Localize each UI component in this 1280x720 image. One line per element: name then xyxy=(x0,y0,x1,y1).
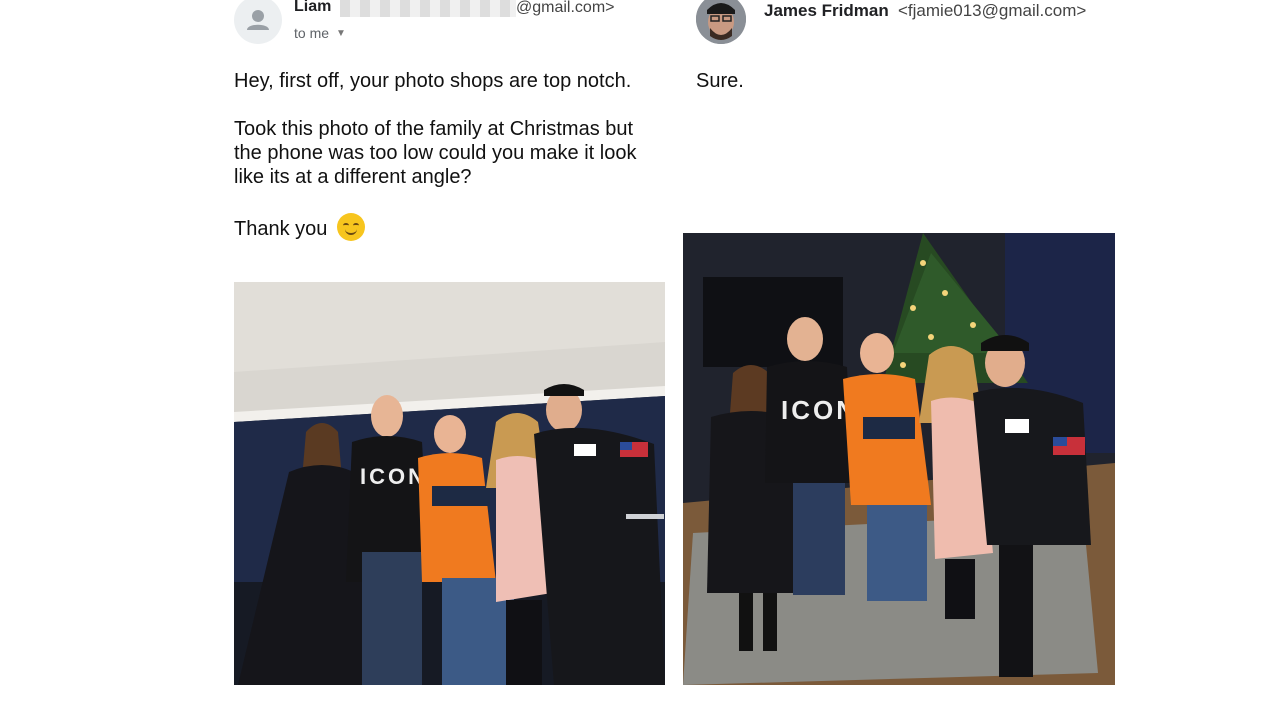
sender-email-suffix: @gmail.com> xyxy=(516,0,615,16)
message-text: Thank you xyxy=(234,218,328,240)
message-paragraph: Hey, first off, your photo shops are top… xyxy=(234,70,632,92)
sender-email: <fjamie013@gmail.com> xyxy=(898,1,1087,20)
avatar xyxy=(234,0,282,44)
redacted-email xyxy=(340,0,516,17)
message-paragraph: Thank you xyxy=(234,213,664,241)
message-body: Sure. xyxy=(696,70,744,92)
edited-photo-attachment[interactable]: ICON xyxy=(683,233,1115,685)
reply-email: James Fridman <fjamie013@gmail.com> Sure… xyxy=(696,0,1136,230)
person-icon xyxy=(247,10,269,30)
recipient-label: to me xyxy=(294,25,330,41)
sender-name: James Fridman xyxy=(764,1,889,20)
original-photo-attachment[interactable]: ICON xyxy=(234,282,665,685)
chevron-down-icon: ▼ xyxy=(336,28,346,39)
message-body: Hey, first off, your photo shops are top… xyxy=(234,69,664,265)
sender-name: Liam xyxy=(294,0,332,15)
recipient-details-toggle[interactable]: to me ▼ xyxy=(294,25,346,41)
smiling-face-icon xyxy=(336,213,365,241)
message-paragraph: Took this photo of the family at Christm… xyxy=(234,118,637,188)
email-thread-screenshot: Liam @gmail.com> to me ▼ Hey, first off, … xyxy=(0,0,1280,720)
avatar xyxy=(696,0,746,44)
svg-text:ICON: ICON xyxy=(360,464,427,489)
